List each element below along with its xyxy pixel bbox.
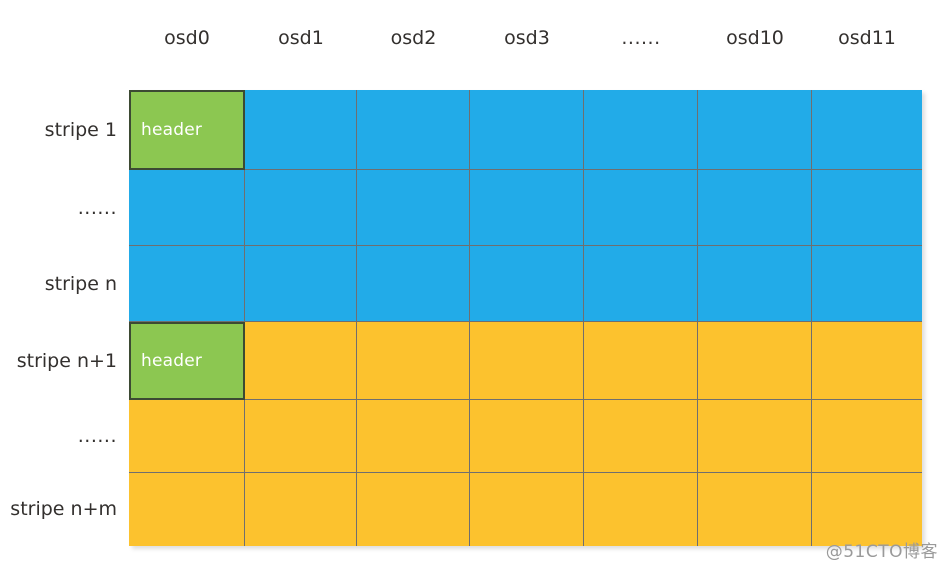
column-header-osd2: osd2	[390, 27, 437, 49]
column-header-row: osd0 osd1 osd2 osd3...... osd10 osd11	[129, 20, 922, 60]
grid-cell	[584, 322, 698, 400]
grid-cell	[812, 246, 922, 322]
column-header-osd3: osd3	[504, 27, 550, 49]
grid-cell	[129, 400, 245, 473]
column-header-osd10: osd10	[726, 27, 784, 49]
grid-cell	[584, 170, 698, 246]
column-header-osd0: osd0	[164, 27, 210, 49]
grid-cell	[698, 400, 812, 473]
grid-cell	[245, 473, 357, 546]
grid-cell	[584, 400, 698, 473]
grid-cell	[357, 90, 470, 170]
grid-cell	[812, 473, 922, 546]
grid-cell	[245, 400, 357, 473]
row-label-------: ......	[77, 197, 117, 219]
grid-cell	[584, 90, 698, 170]
grid-cell	[129, 170, 245, 246]
header-block-cell: header	[129, 90, 245, 170]
header-block-cell: header	[129, 322, 245, 400]
grid-cell	[812, 170, 922, 246]
grid-cell	[698, 322, 812, 400]
grid-cell	[357, 322, 470, 400]
header-block-label: header	[141, 351, 203, 371]
grid-cell	[245, 90, 357, 170]
stripe-layout-diagram: osd0 osd1 osd2 osd3...... osd10 osd11 stripe …	[0, 0, 948, 568]
row-label-------: ......	[77, 425, 117, 447]
row-label-column: stripe 1...... stripe n stripe n+1...... st…	[0, 90, 125, 546]
row-label-stripe-n-1: stripe n+1	[16, 350, 117, 372]
grid-cell	[812, 322, 922, 400]
grid-cell	[129, 246, 245, 322]
column-header-osd11: osd11	[838, 27, 896, 49]
grid-cell	[357, 246, 470, 322]
grid-cell	[357, 170, 470, 246]
watermark-label: @51CTO博客	[825, 542, 938, 562]
grid-cell	[698, 170, 812, 246]
grid-cell	[470, 246, 584, 322]
grid-cell	[245, 322, 357, 400]
grid-cell	[357, 400, 470, 473]
column-header-ellipsisellipsisellipsisellipsisellipsisellipsis: ......	[621, 27, 661, 49]
grid-cell	[584, 246, 698, 322]
grid-cell	[470, 322, 584, 400]
grid-cell	[470, 90, 584, 170]
grid-cell	[698, 473, 812, 546]
row-label-stripe-n: stripe n	[44, 273, 117, 295]
grid-cell	[812, 90, 922, 170]
grid-cell	[698, 246, 812, 322]
header-block-label: header	[141, 120, 203, 140]
grid-cell	[470, 170, 584, 246]
grid-cell	[357, 473, 470, 546]
grid-cell	[245, 170, 357, 246]
row-label-stripe-1: stripe 1	[44, 119, 117, 141]
grid-cell	[129, 473, 245, 546]
row-label-stripe-n-m: stripe n+m	[10, 498, 117, 520]
grid-cell	[470, 473, 584, 546]
grid-cell	[245, 246, 357, 322]
grid-cell	[470, 400, 584, 473]
stripe-grid: header header	[129, 90, 922, 546]
column-header-osd1: osd1	[278, 27, 324, 49]
grid-cell	[584, 473, 698, 546]
grid-cell	[698, 90, 812, 170]
grid-cell	[812, 400, 922, 473]
